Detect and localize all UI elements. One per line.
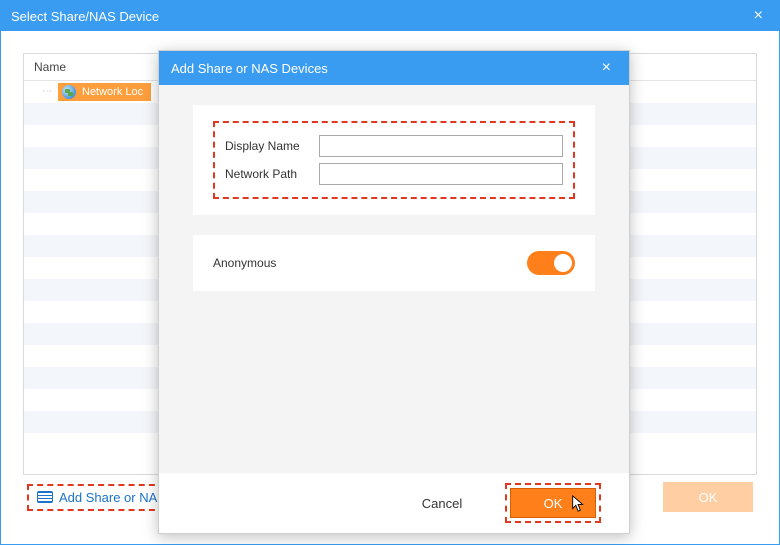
ok-button[interactable]: OK xyxy=(663,482,753,512)
dialog-title: Add Share or NAS Devices xyxy=(171,61,328,76)
dialog-titlebar: Add Share or NAS Devices × xyxy=(159,51,629,85)
add-share-dialog: Add Share or NAS Devices × Display Name … xyxy=(158,50,630,534)
window-title: Select Share/NAS Device xyxy=(11,9,159,24)
network-path-label: Network Path xyxy=(225,167,313,181)
cursor-icon xyxy=(571,495,587,516)
display-name-row: Display Name xyxy=(225,135,563,157)
dialog-footer: Cancel OK xyxy=(159,473,629,533)
ok-highlight: OK xyxy=(505,483,601,523)
dialog-close-icon[interactable]: × xyxy=(596,59,617,77)
fields-panel: Display Name Network Path xyxy=(193,105,595,215)
dialog-ok-label: OK xyxy=(544,496,563,511)
nas-icon xyxy=(37,491,53,503)
dialog-cancel-button[interactable]: Cancel xyxy=(397,488,487,518)
list-item-selected: Network Loc xyxy=(58,83,151,101)
tree-connector-icon: ⋯ xyxy=(42,86,52,97)
globe-icon xyxy=(62,85,76,99)
anonymous-toggle[interactable] xyxy=(527,251,575,275)
window-titlebar: Select Share/NAS Device × xyxy=(1,1,779,31)
anonymous-panel: Anonymous xyxy=(193,235,595,291)
dialog-ok-button[interactable]: OK xyxy=(510,488,596,518)
display-name-label: Display Name xyxy=(225,139,313,153)
toggle-knob xyxy=(554,254,572,272)
dialog-body: Display Name Network Path Anonymous xyxy=(159,85,629,473)
fields-group: Display Name Network Path xyxy=(213,121,575,199)
display-name-field[interactable] xyxy=(319,135,563,157)
close-icon[interactable]: × xyxy=(748,7,769,25)
list-item-label: Network Loc xyxy=(82,86,143,98)
network-path-row: Network Path xyxy=(225,163,563,185)
network-path-field[interactable] xyxy=(319,163,563,185)
anonymous-label: Anonymous xyxy=(213,256,276,270)
